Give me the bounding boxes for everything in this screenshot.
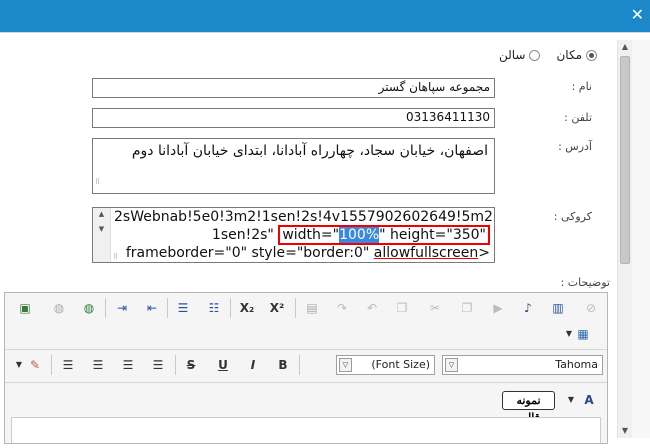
music-icon[interactable]: ♪ (518, 298, 538, 318)
superscript-icon[interactable]: X² (267, 298, 287, 318)
numbered-list-icon[interactable]: ☷ (204, 298, 224, 318)
map-code-line3-a: frameborder="0" style="border:0" (125, 245, 370, 261)
map-code-line1: 2sWebnab!5e0!3m2!1sen!2s!4v1557902602649… (114, 209, 495, 225)
height-attr: " height=" (379, 227, 453, 243)
map-code-line3-c: > (478, 245, 490, 261)
disabled-icon[interactable]: ⊘ (581, 298, 601, 318)
map-embed-textarea[interactable]: ▲ ▼ 2sWebnab!5e0!3m2!1sen!2s!4v155790260… (92, 207, 495, 263)
name-value: مجموعه سپاهان گستر (378, 80, 490, 94)
toolbar-separator (299, 355, 300, 375)
location-type-radios: مکان سالن (499, 48, 597, 62)
align-right-icon[interactable]: ☰ (88, 355, 108, 375)
size-attributes-highlight: width="100%" height="350" (278, 225, 490, 245)
toolbar-separator (230, 298, 231, 318)
radio-location[interactable] (586, 49, 597, 61)
font-size-select[interactable]: ▽ (Font Size) (336, 355, 435, 375)
form-scrollbar[interactable]: ▲ ▼ (617, 40, 632, 438)
map-code-line2-pre: 1sen!2s" (211, 227, 274, 243)
copy-icon[interactable]: ❐ (392, 298, 412, 318)
close-icon[interactable]: ✕ (631, 5, 644, 25)
copy-disabled-icon[interactable]: ❐ (457, 298, 477, 318)
underline-icon[interactable]: U (213, 355, 233, 375)
subscript-icon[interactable]: X₂ (237, 298, 257, 318)
font-size-value: (Font Size) (371, 358, 430, 371)
description-label: توضیحات : (560, 276, 610, 289)
map-resize-grip-icon[interactable]: ⠿ (113, 253, 118, 261)
redo-icon[interactable]: ↷ (332, 298, 352, 318)
film-icon[interactable]: ▥ (548, 298, 568, 318)
scroll-thumb[interactable] (620, 56, 630, 264)
editor-toolbar-row1: ▣ ◍ ◍ ⇥ ⇤ ☰ ☷ X₂ X² ▤ ↷ ↶ ❐ ✂ ❐ ▶ ♪ ▥ ⊘ … (5, 293, 607, 350)
image-icon[interactable]: ▣ (15, 298, 35, 318)
radio-hall[interactable] (529, 49, 541, 61)
font-color-dropdown-icon[interactable]: ▼ (561, 390, 581, 410)
editor-toolbar-row3: نمونه قالب ▼ A (5, 382, 607, 424)
toolbar-separator (295, 298, 296, 318)
font-family-select[interactable]: ▽ Tahoma (442, 355, 603, 375)
table-icon[interactable]: ▦ (573, 324, 593, 344)
scroll-up-icon[interactable]: ▲ (618, 40, 632, 54)
paste-icon[interactable]: ▤ (302, 298, 322, 318)
bullet-list-icon[interactable]: ☰ (173, 298, 193, 318)
toolbar-separator (105, 298, 106, 318)
phone-value: 03136411130 (406, 110, 490, 124)
height-quote: " (479, 227, 486, 243)
width-attr: width=" (282, 227, 340, 243)
font-color-icon[interactable]: A (579, 390, 599, 410)
map-label: کروکی : (553, 210, 592, 223)
toolbar-separator (51, 355, 52, 375)
address-label: آدرس : (558, 140, 592, 153)
name-input[interactable]: مجموعه سپاهان گستر (92, 78, 495, 98)
bold-icon[interactable]: B (273, 355, 293, 375)
map-scroll-down-icon[interactable]: ▼ (93, 223, 110, 236)
youtube-icon[interactable]: ▶ (488, 298, 508, 318)
rich-text-editor: ▣ ◍ ◍ ⇥ ⇤ ☰ ☷ X₂ X² ▤ ↷ ↶ ❐ ✂ ❐ ▶ ♪ ▥ ⊘ … (4, 292, 608, 444)
strikethrough-icon[interactable]: S (181, 355, 201, 375)
radio-location-label: مکان (556, 48, 582, 62)
selected-width-value: 100% (339, 227, 380, 243)
template-button[interactable]: نمونه قالب (502, 391, 555, 424)
map-textarea-scrollbar[interactable]: ▲ ▼ (93, 208, 111, 262)
map-embed-code: 2sWebnab!5e0!3m2!1sen!2s!4v1557902602649… (114, 208, 495, 262)
window-titlebar: ✕ (0, 0, 650, 32)
align-left-icon[interactable]: ☰ (148, 355, 168, 375)
resize-grip-icon[interactable]: ⠿ (95, 172, 100, 192)
toolbar-separator (167, 298, 168, 318)
phone-input[interactable]: 03136411130 (92, 108, 495, 128)
map-code-line3-b: allowfullscreen (373, 245, 479, 261)
scroll-down-icon[interactable]: ▼ (618, 424, 632, 438)
undo-icon[interactable]: ↶ (362, 298, 382, 318)
toolbar-separator (175, 355, 176, 375)
font-family-value: Tahoma (555, 358, 598, 371)
map-scroll-up-icon[interactable]: ▲ (93, 208, 110, 221)
height-value: 350 (452, 227, 480, 243)
indent-icon[interactable]: ⇥ (112, 298, 132, 318)
phone-label: تلفن : (564, 111, 592, 124)
font-family-dropdown-icon[interactable]: ▽ (445, 358, 458, 372)
radio-hall-label: سالن (498, 48, 526, 62)
outdent-icon[interactable]: ⇤ (142, 298, 162, 318)
editor-toolbar-row2: ▼ ✎ ☰ ☰ ☰ ☰ S U I B ▽ (Font Size) ▽ Taho… (5, 349, 607, 383)
cut-icon[interactable]: ✂ (425, 298, 445, 318)
font-size-dropdown-icon[interactable]: ▽ (339, 358, 352, 372)
align-center-icon[interactable]: ☰ (118, 355, 138, 375)
outer-gutter (632, 40, 650, 438)
map-code-line2: 1sen!2s" width="100%" height="350" (114, 225, 490, 245)
italic-icon[interactable]: I (243, 355, 263, 375)
address-textarea[interactable]: اصفهان، خیابان سجاد، چهارراه آبادانا، اب… (92, 138, 495, 194)
globe-link-icon[interactable]: ◍ (79, 298, 99, 318)
editor-content-area[interactable] (11, 417, 601, 443)
name-label: نام : (571, 80, 592, 93)
clear-format-icon[interactable]: ✎ (25, 355, 45, 375)
justify-icon[interactable]: ☰ (58, 355, 78, 375)
address-value: اصفهان، خیابان سجاد، چهارراه آبادانا، اب… (131, 143, 488, 159)
map-code-line3: frameborder="0" style="border:0" allowfu… (114, 244, 490, 262)
globe-disabled-icon[interactable]: ◍ (49, 298, 69, 318)
